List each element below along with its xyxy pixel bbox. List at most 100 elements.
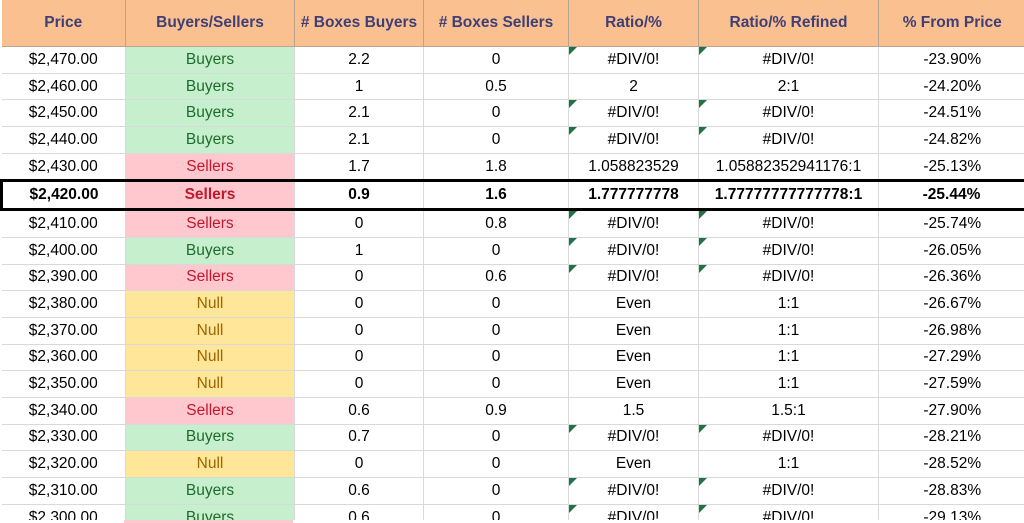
cell-boxes-sellers[interactable]: 0: [423, 344, 569, 372]
table-row[interactable]: $2,410.00 Sellers 0 0.8 #DIV/0! #DIV/0! -25.74…: [1, 209, 1024, 238]
cell-buyers-sellers[interactable]: Null: [125, 290, 295, 318]
cell-boxes-sellers[interactable]: 1.6: [423, 179, 569, 212]
cell-boxes-buyers[interactable]: 1: [294, 237, 424, 265]
cell-pct-from-price[interactable]: -26.98%: [878, 317, 1024, 345]
cell-pct-from-price[interactable]: -27.29%: [878, 344, 1024, 372]
cell-price[interactable]: $2,390.00: [1, 264, 126, 292]
cell-pct-from-price[interactable]: -23.90%: [878, 46, 1024, 74]
cell-buyers-sellers[interactable]: Null: [125, 344, 295, 372]
cell-price[interactable]: $2,310.00: [1, 477, 126, 505]
cell-boxes-buyers[interactable]: 0: [294, 209, 424, 238]
cell-pct-from-price[interactable]: -24.20%: [878, 73, 1024, 101]
cell-price[interactable]: $2,370.00: [1, 317, 126, 345]
cell-pct-from-price[interactable]: -25.74%: [878, 209, 1024, 238]
cell-boxes-sellers[interactable]: 0.8: [423, 209, 569, 238]
cell-ratio-refined[interactable]: #DIV/0!: [698, 126, 879, 154]
cell-ratio-refined[interactable]: #DIV/0!: [698, 477, 879, 505]
cell-ratio-refined[interactable]: #DIV/0!: [698, 209, 879, 238]
cell-pct-from-price[interactable]: -27.90%: [878, 397, 1024, 425]
cell-price[interactable]: $2,360.00: [1, 344, 126, 372]
cell-price[interactable]: $2,470.00: [1, 46, 126, 74]
cell-ratio[interactable]: 1.5: [568, 397, 699, 425]
cell-ratio-refined[interactable]: 1:1: [698, 450, 879, 478]
cell-boxes-buyers[interactable]: 0.6: [294, 477, 424, 505]
cell-pct-from-price[interactable]: -26.05%: [878, 237, 1024, 265]
table-row[interactable]: $2,390.00 Sellers 0 0.6 #DIV/0! #DIV/0! -26.36…: [1, 264, 1024, 292]
cell-boxes-buyers[interactable]: 0.6: [294, 397, 424, 425]
cell-ratio[interactable]: Even: [568, 344, 699, 372]
cell-boxes-sellers[interactable]: 0.9: [423, 397, 569, 425]
cell-ratio[interactable]: Even: [568, 317, 699, 345]
cell-ratio-refined[interactable]: 1.5:1: [698, 397, 879, 425]
cell-boxes-sellers[interactable]: 1.8: [423, 153, 569, 181]
cell-pct-from-price[interactable]: -26.36%: [878, 264, 1024, 292]
table-row[interactable]: $2,380.00 Null 0 0 Even 1:1 -26.67%: [1, 290, 1024, 318]
column-header-boxes-buyers[interactable]: # Boxes Buyers: [294, 0, 424, 47]
table-row[interactable]: $2,430.00 Sellers 1.7 1.8 1.058823529 1.05882…: [1, 153, 1024, 181]
table-row[interactable]: $2,350.00 Null 0 0 Even 1:1 -27.59%: [1, 370, 1024, 398]
cell-boxes-buyers[interactable]: 0: [294, 317, 424, 345]
cell-price[interactable]: $2,410.00: [1, 209, 126, 238]
cell-pct-from-price[interactable]: -26.67%: [878, 290, 1024, 318]
cell-price[interactable]: $2,430.00: [1, 153, 126, 181]
cell-price[interactable]: $2,380.00: [1, 290, 126, 318]
cell-boxes-sellers[interactable]: 0: [423, 46, 569, 74]
cell-buyers-sellers[interactable]: Buyers: [125, 477, 295, 505]
cell-boxes-sellers[interactable]: 0: [423, 370, 569, 398]
cell-boxes-sellers[interactable]: 0: [423, 126, 569, 154]
cell-boxes-buyers[interactable]: 1.7: [294, 153, 424, 181]
cell-price[interactable]: $2,340.00: [1, 397, 126, 425]
cell-boxes-buyers[interactable]: 0: [294, 370, 424, 398]
cell-ratio-refined[interactable]: #DIV/0!: [698, 264, 879, 292]
cell-boxes-buyers[interactable]: 2.1: [294, 126, 424, 154]
cell-boxes-buyers[interactable]: 0: [294, 290, 424, 318]
cell-buyers-sellers[interactable]: Sellers: [125, 397, 295, 425]
cell-price[interactable]: $2,350.00: [1, 370, 126, 398]
cell-ratio[interactable]: 1.777777778: [568, 179, 699, 212]
cell-ratio[interactable]: #DIV/0!: [568, 477, 699, 505]
cell-buyers-sellers[interactable]: Null: [125, 450, 295, 478]
cell-boxes-sellers[interactable]: 0: [423, 290, 569, 318]
cell-pct-from-price[interactable]: -28.83%: [878, 477, 1024, 505]
cell-ratio[interactable]: #DIV/0!: [568, 264, 699, 292]
cell-boxes-buyers[interactable]: 2.2: [294, 46, 424, 74]
cell-boxes-sellers[interactable]: 0: [423, 317, 569, 345]
cell-pct-from-price[interactable]: -28.21%: [878, 424, 1024, 452]
cell-pct-from-price[interactable]: -25.44%: [878, 179, 1024, 212]
cell-ratio[interactable]: Even: [568, 370, 699, 398]
column-header-pct-from-price[interactable]: % From Price: [878, 0, 1024, 47]
cell-buyers-sellers[interactable]: Sellers: [125, 209, 295, 238]
column-header-ratio[interactable]: Ratio/%: [568, 0, 699, 47]
cell-ratio[interactable]: #DIV/0!: [568, 209, 699, 238]
table-row[interactable]: $2,460.00 Buyers 1 0.5 2 2:1 -24.20%: [1, 73, 1024, 101]
table-row[interactable]: $2,450.00 Buyers 2.1 0 #DIV/0! #DIV/0! -24.51%: [1, 99, 1024, 128]
table-row[interactable]: $2,440.00 Buyers 2.1 0 #DIV/0! #DIV/0! -24.82%: [1, 126, 1024, 154]
cell-buyers-sellers[interactable]: Sellers: [125, 179, 295, 212]
cell-boxes-sellers[interactable]: 0: [423, 237, 569, 265]
cell-price[interactable]: $2,450.00: [1, 99, 126, 128]
cell-boxes-sellers[interactable]: 0: [423, 99, 569, 128]
cell-ratio-refined[interactable]: 1:1: [698, 370, 879, 398]
cell-price[interactable]: $2,320.00: [1, 450, 126, 478]
cell-pct-from-price[interactable]: -25.13%: [878, 153, 1024, 181]
cell-boxes-buyers[interactable]: 0.7: [294, 424, 424, 452]
table-row[interactable]: $2,340.00 Sellers 0.6 0.9 1.5 1.5:1 -27.90%: [1, 397, 1024, 425]
cell-buyers-sellers[interactable]: Sellers: [125, 153, 295, 181]
cell-boxes-buyers[interactable]: 0: [294, 450, 424, 478]
cell-boxes-sellers[interactable]: 0.6: [423, 264, 569, 292]
cell-boxes-buyers[interactable]: 0.9: [294, 179, 424, 212]
table-row[interactable]: $2,330.00 Buyers 0.7 0 #DIV/0! #DIV/0! -28.21%: [1, 424, 1024, 452]
cell-ratio[interactable]: #DIV/0!: [568, 424, 699, 452]
cell-pct-from-price[interactable]: -27.59%: [878, 370, 1024, 398]
cell-ratio-refined[interactable]: 1.05882352941176:1: [698, 153, 879, 181]
cell-ratio[interactable]: 1.058823529: [568, 153, 699, 181]
cell-boxes-sellers[interactable]: 0: [423, 424, 569, 452]
cell-ratio-refined[interactable]: #DIV/0!: [698, 237, 879, 265]
table-row[interactable]: $2,470.00 Buyers 2.2 0 #DIV/0! #DIV/0! -23.90%: [1, 46, 1024, 74]
cell-boxes-buyers[interactable]: 0: [294, 264, 424, 292]
cell-ratio[interactable]: Even: [568, 450, 699, 478]
cell-ratio[interactable]: Even: [568, 290, 699, 318]
cell-ratio-refined[interactable]: 1.77777777777778:1: [698, 179, 879, 212]
cell-pct-from-price[interactable]: -28.52%: [878, 450, 1024, 478]
cell-price[interactable]: $2,460.00: [1, 73, 126, 101]
